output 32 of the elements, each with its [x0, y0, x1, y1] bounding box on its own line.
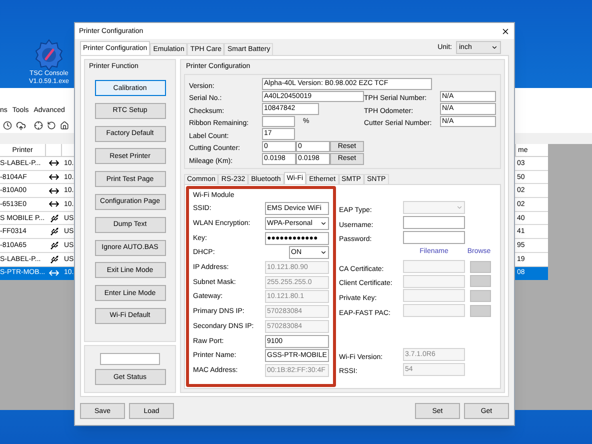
browse-button[interactable]: [470, 275, 491, 288]
input-field[interactable]: [403, 304, 465, 318]
network-arrows-icon: [49, 270, 59, 276]
network-arrows-icon: [49, 188, 59, 194]
browse-button[interactable]: [470, 290, 491, 302]
close-icon[interactable]: [501, 26, 510, 36]
input-field[interactable]: [403, 274, 465, 288]
input-field[interactable]: [262, 116, 295, 127]
chevron-down-icon: [320, 220, 327, 228]
input-field[interactable]: [403, 230, 465, 244]
usb-icon: [50, 240, 58, 250]
status-field[interactable]: [100, 353, 160, 365]
gear-icon: [33, 38, 65, 70]
clock-icon[interactable]: [3, 121, 12, 130]
network-arrows-icon: [49, 174, 59, 180]
cloud-upload-icon[interactable]: [16, 120, 26, 130]
usb-icon: [50, 227, 58, 236]
network-arrows-icon: [49, 201, 59, 208]
input-field[interactable]: [403, 216, 465, 230]
chevron-down-icon: [456, 204, 463, 212]
input-field[interactable]: [403, 260, 465, 274]
usb-icon: [50, 214, 58, 223]
home-icon[interactable]: [60, 121, 69, 130]
input-field[interactable]: [403, 289, 465, 302]
browse-button[interactable]: [470, 304, 491, 317]
network-arrows-icon: [49, 160, 59, 166]
browse-button[interactable]: [470, 260, 491, 273]
crosshair-icon[interactable]: [34, 121, 43, 130]
chevron-down-icon: [491, 44, 498, 51]
chevron-down-icon: [320, 249, 327, 256]
usb-icon: [50, 254, 58, 264]
undo-icon[interactable]: [47, 121, 56, 130]
